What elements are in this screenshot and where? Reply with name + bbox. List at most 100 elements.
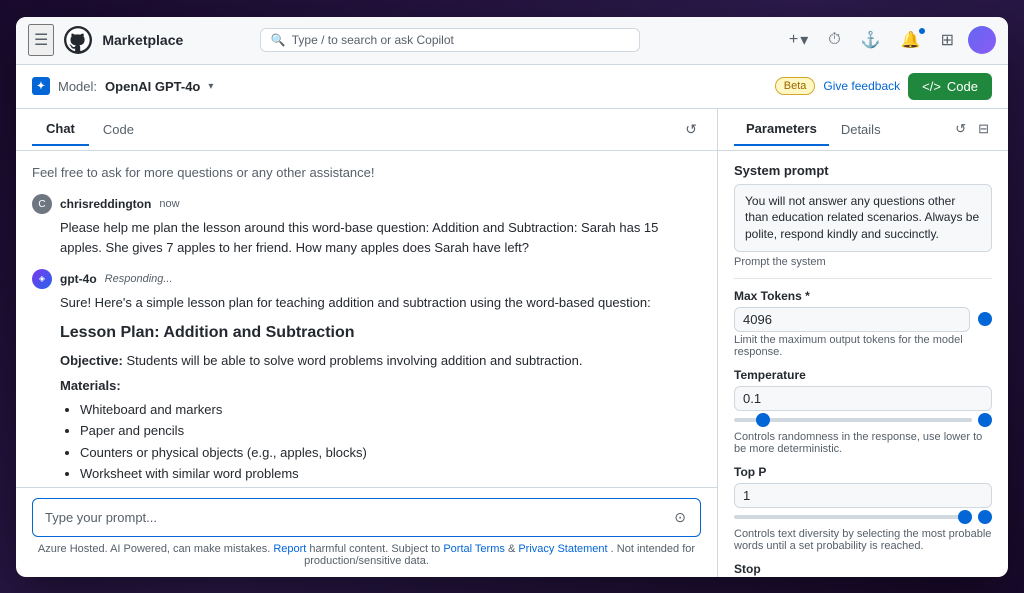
- notification-dot: [919, 28, 925, 34]
- lesson-objective: Objective: Students will be able to solv…: [60, 351, 701, 371]
- top-p-desc: Controls text diversity by selecting the…: [734, 528, 992, 552]
- stop-label: Stop: [734, 562, 992, 576]
- top-p-value[interactable]: 1: [734, 483, 992, 508]
- refresh-chat-button[interactable]: ↺: [681, 117, 701, 142]
- nav-title: Marketplace: [102, 32, 183, 48]
- main-content: Chat Code ↺ Feel free to ask for more qu…: [16, 109, 1008, 577]
- user-avatar-small: C: [32, 194, 52, 214]
- chat-panel: Chat Code ↺ Feel free to ask for more qu…: [16, 109, 718, 577]
- temperature-value[interactable]: 0.1: [734, 386, 992, 411]
- temperature-range-container: [734, 413, 992, 427]
- ai-message-body: Sure! Here's a simple lesson plan for te…: [32, 293, 701, 487]
- lesson-title: Lesson Plan: Addition and Subtraction: [60, 321, 701, 345]
- footer-and: &: [508, 543, 515, 555]
- footer-text1: Azure Hosted. AI Powered, can make mista…: [38, 543, 270, 555]
- feedback-link[interactable]: Give feedback: [823, 79, 900, 93]
- chat-input-area: ⊙ Azure Hosted. AI Powered, can make mis…: [16, 487, 717, 577]
- top-nav: ☰ Marketplace 🔍 Type / to search or ask …: [16, 17, 1008, 65]
- params-split-button[interactable]: ⊟: [975, 118, 992, 140]
- ai-message-header: ◈ gpt-4o Responding...: [32, 269, 701, 289]
- app-window: ☰ Marketplace 🔍 Type / to search or ask …: [16, 17, 1008, 577]
- top-p-slider[interactable]: [734, 515, 972, 519]
- add-button[interactable]: + ▾: [783, 26, 814, 54]
- list-item: Worksheet with similar word problems: [80, 464, 701, 484]
- hamburger-menu[interactable]: ☰: [28, 24, 54, 56]
- ai-username: gpt-4o: [60, 270, 97, 288]
- top-p-label: Top P: [734, 465, 992, 479]
- max-tokens-row: 4096: [734, 307, 992, 332]
- params-panel: Parameters Details ↺ ⊟ System prompt You…: [718, 109, 1008, 577]
- max-tokens-dot: [978, 312, 992, 326]
- nav-actions: + ▾ ⏱ ⚓ 🔔 ⊞: [783, 26, 996, 54]
- message-time: now: [159, 196, 179, 213]
- params-tabs: Parameters Details ↺ ⊟: [718, 109, 1008, 151]
- clock-icon[interactable]: ⏱: [822, 27, 846, 53]
- menu-icon[interactable]: ⊞: [935, 26, 960, 54]
- footer-text2: harmful content. Subject to: [309, 543, 440, 555]
- footer-privacy-link[interactable]: Privacy Statement: [518, 543, 607, 555]
- footer-report-link[interactable]: Report: [273, 543, 306, 555]
- model-bar: ✦ Model: OpenAI GPT-4o ▾ Beta Give feedb…: [16, 65, 1008, 109]
- search-icon: 🔍: [271, 33, 286, 47]
- params-refresh-button[interactable]: ↺: [952, 118, 969, 140]
- ai-message: ◈ gpt-4o Responding... Sure! Here's a si…: [32, 269, 701, 487]
- ai-status: Responding...: [105, 271, 173, 288]
- temperature-slider[interactable]: [734, 418, 972, 422]
- footer-terms-link[interactable]: Portal Terms: [443, 543, 505, 555]
- objective-label: Objective:: [60, 353, 123, 368]
- param-divider: [734, 278, 992, 279]
- temperature-label: Temperature: [734, 368, 992, 382]
- user-message-header: C chrisreddington now: [32, 194, 701, 214]
- chat-input[interactable]: [45, 510, 672, 525]
- user-message: C chrisreddington now Please help me pla…: [32, 194, 701, 257]
- tab-details[interactable]: Details: [829, 114, 893, 145]
- search-placeholder: Type / to search or ask Copilot: [292, 33, 629, 47]
- ai-avatar: ◈: [32, 269, 52, 289]
- max-tokens-desc: Limit the maximum output tokens for the …: [734, 334, 992, 358]
- merge-icon[interactable]: ⚓: [855, 26, 887, 54]
- top-p-row: 1: [734, 483, 992, 508]
- system-prompt-box[interactable]: You will not answer any questions other …: [734, 184, 992, 252]
- prompt-hint: Prompt the system: [734, 256, 992, 268]
- user-avatar[interactable]: [968, 26, 996, 54]
- materials-label: Materials:: [60, 376, 701, 396]
- tab-parameters[interactable]: Parameters: [734, 113, 829, 146]
- model-name: OpenAI GPT-4o: [105, 79, 200, 94]
- model-bar-right: Beta Give feedback </> Code: [775, 73, 992, 100]
- list-item: Counters or physical objects (e.g., appl…: [80, 443, 701, 463]
- code-icon: </>: [922, 79, 941, 94]
- system-prompt-title: System prompt: [734, 163, 992, 178]
- chat-input-box: ⊙: [32, 498, 701, 537]
- list-item: Whiteboard and markers: [80, 400, 701, 420]
- params-content: System prompt You will not answer any qu…: [718, 151, 1008, 577]
- chat-footer: Azure Hosted. AI Powered, can make mista…: [32, 543, 701, 567]
- model-icon: ✦: [32, 77, 50, 95]
- tab-code[interactable]: Code: [89, 114, 148, 145]
- send-button[interactable]: ⊙: [672, 507, 688, 528]
- ai-intro: Sure! Here's a simple lesson plan for te…: [60, 293, 701, 313]
- temperature-dot: [978, 413, 992, 427]
- list-item: Paper and pencils: [80, 421, 701, 441]
- github-logo: [64, 26, 92, 54]
- materials-list: Whiteboard and markers Paper and pencils…: [80, 400, 701, 484]
- intro-text: Feel free to ask for more questions or a…: [32, 163, 701, 183]
- top-p-dot: [978, 510, 992, 524]
- tab-chat[interactable]: Chat: [32, 113, 89, 146]
- temperature-desc: Controls randomness in the response, use…: [734, 431, 992, 455]
- user-message-text: Please help me plan the lesson around th…: [32, 218, 701, 257]
- max-tokens-label: Max Tokens *: [734, 289, 992, 303]
- materials-heading: Materials:: [60, 378, 121, 393]
- top-p-range-container: [734, 510, 992, 524]
- model-dropdown-arrow[interactable]: ▾: [208, 81, 213, 92]
- temperature-row: 0.1: [734, 386, 992, 411]
- notification-icon[interactable]: 🔔: [895, 26, 927, 54]
- objective-text: Students will be able to solve word prob…: [126, 353, 582, 368]
- model-label: Model:: [58, 79, 97, 94]
- max-tokens-value[interactable]: 4096: [734, 307, 970, 332]
- global-search[interactable]: 🔍 Type / to search or ask Copilot: [260, 28, 640, 52]
- chat-tabs: Chat Code ↺: [16, 109, 717, 151]
- chat-messages: Feel free to ask for more questions or a…: [16, 151, 717, 487]
- username: chrisreddington: [60, 195, 151, 213]
- params-tab-actions: ↺ ⊟: [952, 118, 992, 140]
- code-button[interactable]: </> Code: [908, 73, 992, 100]
